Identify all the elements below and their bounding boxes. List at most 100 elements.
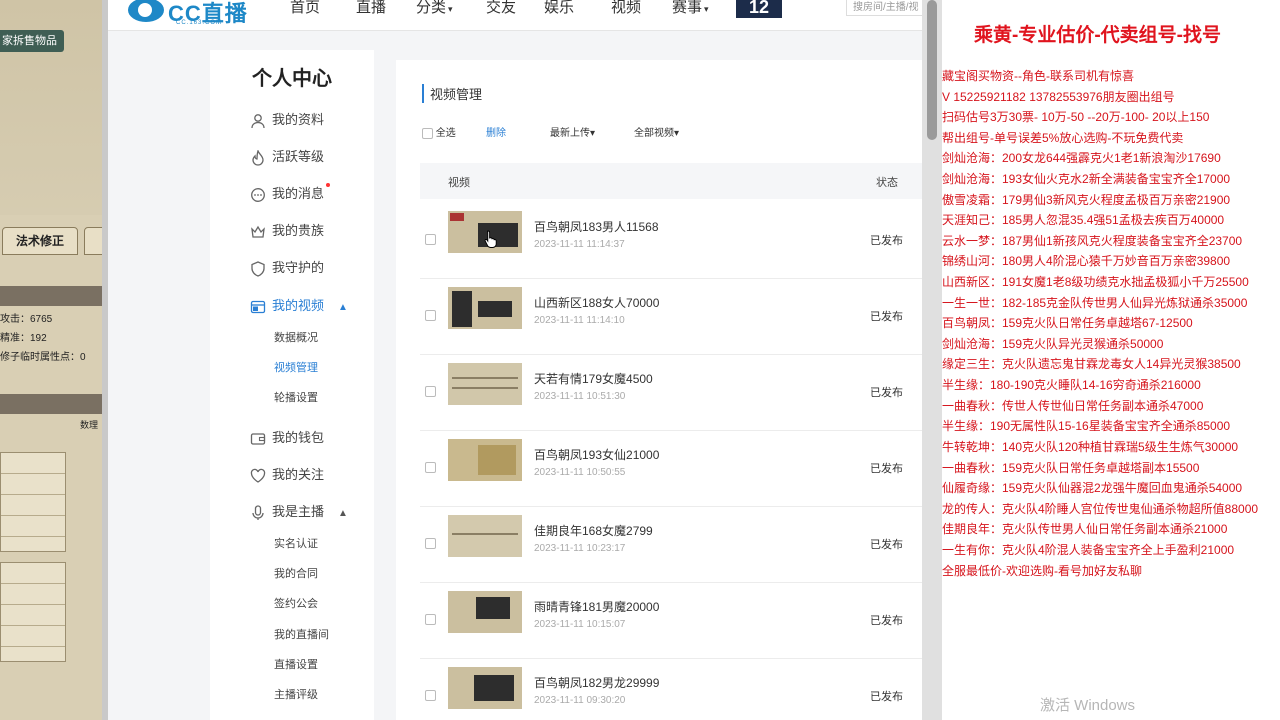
sidebar-sub-data-overview[interactable]: 数据概况 <box>274 329 318 345</box>
overlay-line: 佳期良年：克火队传世男人仙日常任务副本通杀21000 <box>942 522 1228 536</box>
game-tab-next[interactable] <box>84 227 102 255</box>
row-checkbox[interactable] <box>425 462 436 473</box>
game-stat-temp-points: 修子临时属性点：0 <box>0 352 86 363</box>
video-thumbnail[interactable] <box>448 363 522 405</box>
video-icon <box>250 300 266 313</box>
chevron-up-icon[interactable]: ▲ <box>338 508 348 519</box>
video-thumbnail[interactable] <box>448 287 522 329</box>
overlay-line: 剑灿沧海：193女仙火克水2新全满装备宝宝齐全17000 <box>942 172 1231 186</box>
video-thumbnail[interactable] <box>448 515 522 557</box>
video-title[interactable]: 百鸟朝凤182男龙29999 <box>534 674 659 691</box>
nav-category[interactable]: 分类 ▾ <box>416 0 453 17</box>
flame-icon <box>252 149 264 166</box>
sidebar-sub-carousel[interactable]: 轮播设置 <box>274 389 318 405</box>
overlay-heading: 乘黄-专业估价-代卖组号-找号 <box>974 25 1221 46</box>
sidebar-sub-video-manage[interactable]: 视频管理 <box>274 359 318 375</box>
nav-events[interactable]: 赛事 ▾ <box>672 0 709 17</box>
video-thumbnail[interactable] <box>448 439 522 481</box>
video-title[interactable]: 雨晴青锋181男魔20000 <box>534 598 659 615</box>
table-row[interactable]: 百鸟朝凤193女仙21000 2023-11-11 10:50:55 已发布 <box>420 430 930 507</box>
row-checkbox[interactable] <box>425 386 436 397</box>
game-sell-button[interactable]: 家拆售物品 <box>0 30 64 52</box>
sidebar-item-level[interactable]: 活跃等级 <box>250 146 324 166</box>
sidebar-sub-rating[interactable]: 主播评级 <box>274 686 318 702</box>
nav-video[interactable]: 视频 <box>611 0 641 17</box>
shield-icon <box>251 260 265 277</box>
search-input[interactable]: 搜房间/主播/视 <box>846 0 930 16</box>
video-time: 2023-11-11 11:14:10 <box>534 315 625 326</box>
filter-dropdown[interactable]: 全部视频▾ <box>634 124 679 139</box>
game-header-bar <box>0 286 102 306</box>
video-thumbnail[interactable] <box>448 591 522 633</box>
sidebar-sub-guild[interactable]: 签约公会 <box>274 595 318 611</box>
overlay-line: 一曲春秋：159克火队日常任务卓越塔副本15500 <box>942 461 1200 475</box>
overlay-line: 一生有你：克火队4阶混人装备宝宝齐全上手盈利21000 <box>942 543 1235 557</box>
sidebar-item-follows[interactable]: 我的关注 <box>250 464 324 484</box>
video-title[interactable]: 百鸟朝凤193女仙21000 <box>534 446 659 463</box>
table-row[interactable]: 百鸟朝凤182男龙29999 2023-11-11 09:30:20 已发布 <box>420 658 930 720</box>
personal-center-sidebar: 个人中心 我的资料 活跃等级 我的消息 我的贵族 我守护的 我的视频 ▲ 数据概况… <box>210 50 374 720</box>
table-row[interactable]: 天若有情179女魔4500 2023-11-11 10:51:30 已发布 <box>420 354 930 431</box>
chevron-down-icon: ▾ <box>704 4 709 14</box>
sidebar-sub-live-settings[interactable]: 直播设置 <box>274 656 318 672</box>
chevron-up-icon[interactable]: ▲ <box>338 302 348 313</box>
sidebar-item-profile[interactable]: 我的资料 <box>250 109 324 129</box>
sidebar-sub-my-room[interactable]: 我的直播间 <box>274 626 329 642</box>
sidebar-item-nobility[interactable]: 我的贵族 <box>250 220 324 240</box>
page-scrollbar[interactable] <box>922 0 942 720</box>
message-icon <box>251 187 265 202</box>
microphone-icon <box>252 504 264 520</box>
select-all-checkbox[interactable]: 全选 <box>422 124 456 139</box>
row-checkbox[interactable] <box>425 690 436 701</box>
sidebar-item-wallet[interactable]: 我的钱包 <box>250 427 324 447</box>
nav-promo-badge[interactable]: 12 <box>736 0 782 18</box>
overlay-line: 百鸟朝凤：159克火队日常任务卓越塔67-12500 <box>942 316 1193 330</box>
sidebar-item-videos[interactable]: 我的视频 ▲ <box>250 295 348 315</box>
game-tab-spell[interactable]: 法术修正 <box>2 227 78 255</box>
overlay-line: 帮出组号-单号误差5%放心选购-不玩免费代卖 <box>942 131 1184 145</box>
wallet-icon <box>250 432 266 445</box>
nav-entertainment[interactable]: 娱乐 <box>544 0 574 17</box>
game-list-panel <box>0 452 66 552</box>
nav-live[interactable]: 直播 <box>356 0 386 17</box>
chevron-down-icon: ▾ <box>448 4 453 14</box>
overlay-line: 半生缘：190无属性队15-16星装备宝宝齐全通杀85000 <box>942 419 1231 433</box>
overlay-line: 藏宝阁买物资--角色-联系司机有惊喜 <box>942 69 1134 83</box>
status-badge: 已发布 <box>870 691 903 703</box>
cc-logo-icon <box>128 0 164 22</box>
video-title[interactable]: 天若有情179女魔4500 <box>534 370 653 387</box>
sales-overlay-panel: 乘黄-专业估价-代卖组号-找号 藏宝阁买物资--角色-联系司机有惊喜 V 152… <box>942 0 1280 720</box>
sidebar-item-messages[interactable]: 我的消息 <box>250 183 331 203</box>
sidebar-item-anchor[interactable]: 我是主播 ▲ <box>250 501 348 521</box>
table-row[interactable]: 雨晴青锋181男魔20000 2023-11-11 10:15:07 已发布 <box>420 582 930 659</box>
video-manage-panel: 视频管理 全选 删除 最新上传▾ 全部视频▾ 视频 状态 百鸟朝凤183男人11… <box>396 60 930 720</box>
cc-logo[interactable]: CC直播 CC.163.COM <box>128 0 258 28</box>
video-time: 2023-11-11 10:15:07 <box>534 619 626 630</box>
overlay-line: 缘定三生：克火队遗忘鬼甘霖龙毒女人14异光灵猴38500 <box>942 357 1241 371</box>
user-icon <box>251 113 265 128</box>
status-badge: 已发布 <box>870 615 903 627</box>
status-badge: 已发布 <box>870 539 903 551</box>
sidebar-sub-realname[interactable]: 实名认证 <box>274 535 318 551</box>
delete-button[interactable]: 删除 <box>486 124 506 139</box>
sidebar-sub-contract[interactable]: 我的合同 <box>274 565 318 581</box>
sort-dropdown[interactable]: 最新上传▾ <box>550 124 595 139</box>
table-row[interactable]: 山西新区188女人70000 2023-11-11 11:14:10 已发布 <box>420 278 930 355</box>
video-title[interactable]: 百鸟朝凤183男人11568 <box>534 218 659 235</box>
status-badge: 已发布 <box>870 387 903 399</box>
video-thumbnail[interactable] <box>448 667 522 709</box>
nav-home[interactable]: 首页 <box>290 0 320 17</box>
overlay-line: 锦绣山河：180男人4阶混心猿千万妙音百万亲密39800 <box>942 254 1231 268</box>
sidebar-item-guarded[interactable]: 我守护的 <box>250 257 324 277</box>
row-checkbox[interactable] <box>425 234 436 245</box>
scrollbar-thumb[interactable] <box>927 0 937 140</box>
video-title[interactable]: 佳期良年168女魔2799 <box>534 522 653 539</box>
video-time: 2023-11-11 09:30:20 <box>534 695 626 706</box>
row-checkbox[interactable] <box>425 310 436 321</box>
nav-social[interactable]: 交友 <box>486 0 516 17</box>
video-time: 2023-11-11 10:23:17 <box>534 543 626 554</box>
table-row[interactable]: 佳期良年168女魔2799 2023-11-11 10:23:17 已发布 <box>420 506 930 583</box>
row-checkbox[interactable] <box>425 538 436 549</box>
row-checkbox[interactable] <box>425 614 436 625</box>
video-title[interactable]: 山西新区188女人70000 <box>534 294 659 311</box>
